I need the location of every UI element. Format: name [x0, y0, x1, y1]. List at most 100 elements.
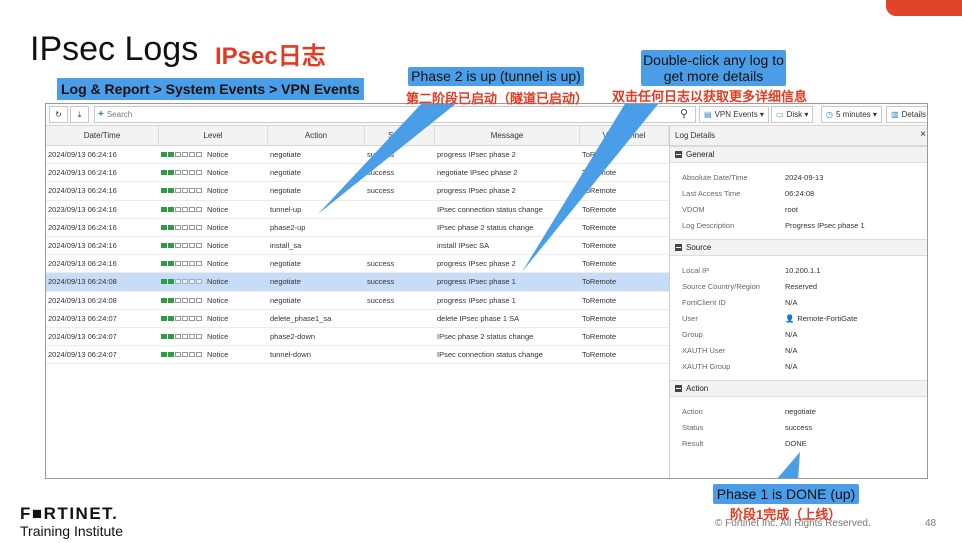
date-cell: 2024/09/13 06:24:16: [48, 259, 117, 269]
action-cell: install_sa: [270, 241, 302, 251]
table-row[interactable]: 2024/09/13 06:24:07 Notice tunnel-down IPse…: [46, 346, 669, 365]
level-bars-icon: [161, 224, 203, 230]
details-button[interactable]: ▥ Details: [886, 106, 927, 123]
table-row[interactable]: 2024/09/13 06:24:08 Notice negotiate succes…: [46, 273, 669, 292]
date-cell: 2024/09/13 06:24:16: [48, 186, 117, 196]
status-cell: success: [367, 168, 395, 178]
level-cell: Notice: [159, 292, 268, 309]
level-cell: Notice: [159, 346, 268, 363]
message-cell: progress IPsec phase 2: [437, 150, 516, 160]
dblclick-callout-cn: 双击任何日志以获取更多详细信息: [612, 89, 808, 104]
table-row[interactable]: 2024/09/13 06:24:16 Notice negotiate succes…: [46, 146, 669, 165]
section-action[interactable]: Action: [670, 380, 927, 397]
detail-key: Log Description: [682, 220, 735, 230]
message-cell: IPsec connection status change: [437, 350, 543, 360]
detail-value: N/A: [785, 361, 798, 371]
detail-value: negotiate: [785, 406, 816, 416]
status-cell: success: [367, 295, 395, 305]
date-cell: 2024/09/13 06:24:08: [48, 295, 117, 305]
detail-value: N/A: [785, 345, 798, 355]
level-label: Notice: [207, 186, 229, 196]
status-cell: [365, 310, 435, 327]
vpn-cell: ToRemote: [582, 241, 617, 251]
level-cell: Notice: [159, 164, 268, 181]
column-header[interactable]: Status: [365, 126, 435, 145]
level-bars-icon: [161, 333, 203, 339]
status-cell: [365, 328, 435, 345]
time-range-dropdown[interactable]: ◷ 5 minutes ▾: [821, 106, 882, 123]
table-header: Date/Time Level Action Status Message VP…: [46, 126, 669, 146]
level-bars-icon: [161, 279, 203, 285]
refresh-icon[interactable]: ↻: [49, 106, 68, 123]
section-label: Action: [686, 384, 709, 393]
date-cell: 2024/09/13 06:24:07: [48, 313, 117, 323]
date-cell: 2024/09/13 06:24:07: [48, 350, 117, 360]
vpn-cell: ToRemote: [582, 331, 617, 341]
date-cell: 2023/09/13 06:24:16: [48, 204, 117, 214]
phase2-callout-cn: 第二阶段已启动（隧道已启动）: [406, 91, 589, 106]
search-icon[interactable]: ⚲: [680, 107, 688, 120]
add-filter-icon[interactable]: +: [98, 109, 104, 120]
detail-field: Result DONE: [670, 435, 927, 451]
detail-key: Status: [682, 422, 704, 432]
message-cell: install IPsec SA: [437, 241, 490, 251]
close-icon[interactable]: ×: [920, 129, 926, 140]
message-cell: progress IPsec phase 1: [437, 295, 516, 305]
toolbar: ↻ ⤓ + Search ⚲ ▤ VPN Events ▾ ▭ Disk ▾ ◷ 5 …: [46, 104, 927, 126]
download-icon[interactable]: ⤓: [70, 106, 89, 123]
vpn-events-dropdown[interactable]: ▤ VPN Events ▾: [699, 106, 769, 123]
phase1-callout: Phase 1 is DONE (up): [713, 484, 859, 504]
status-cell: success: [367, 186, 395, 196]
column-header[interactable]: Message: [435, 126, 580, 145]
detail-value: 2024-09-13: [785, 172, 824, 182]
table-row[interactable]: 2024/09/13 06:24:16 Notice negotiate succes…: [46, 255, 669, 274]
column-header[interactable]: Date/Time: [46, 126, 159, 145]
level-label: Notice: [207, 204, 229, 214]
level-bars-icon: [161, 315, 203, 321]
collapse-icon[interactable]: [675, 244, 682, 251]
level-bars-icon: [161, 352, 203, 358]
search-input[interactable]: + Search: [94, 106, 696, 123]
details-label: Details: [901, 110, 927, 119]
section-general[interactable]: General: [670, 146, 927, 163]
table-row[interactable]: 2024/09/13 06:24:07 Notice phase2-down IPse…: [46, 328, 669, 347]
column-header[interactable]: Action: [268, 126, 365, 145]
vpn-cell: ToRemote: [582, 277, 617, 287]
message-cell: delete IPsec phase 1 SA: [437, 313, 520, 323]
detail-key: Source Country/Region: [682, 281, 760, 291]
page-number: 48: [925, 518, 937, 529]
table-row[interactable]: 2024/09/13 06:24:16 Notice phase2-up IPsec …: [46, 219, 669, 237]
date-cell: 2024/09/13 06:24:08: [48, 277, 117, 287]
section-source[interactable]: Source: [670, 239, 927, 256]
table-row[interactable]: 2024/09/13 06:24:16 Notice install_sa insta…: [46, 237, 669, 256]
collapse-icon[interactable]: [675, 151, 682, 158]
slide-title-cn: IPsec日志: [215, 43, 326, 70]
table-row[interactable]: 2024/09/13 06:24:07 Notice delete_phase1_s…: [46, 310, 669, 328]
message-cell: negotiate IPsec phase 2: [437, 168, 518, 178]
table-row[interactable]: 2023/09/13 06:24:16 Notice tunnel-up IPsec …: [46, 201, 669, 219]
level-bars-icon: [161, 261, 203, 267]
status-cell: success: [367, 259, 395, 269]
table-row[interactable]: 2024/09/13 06:24:16 Notice negotiate succes…: [46, 164, 669, 183]
action-cell: negotiate: [270, 277, 301, 287]
disk-icon: ▭: [776, 110, 784, 119]
detail-field: User 👤 Remote-FortiGate: [670, 310, 927, 326]
action-cell: tunnel-down: [270, 350, 311, 360]
user-icon: 👤: [785, 313, 795, 323]
vpn-cell: ToRemote: [582, 186, 617, 196]
table-row[interactable]: 2024/09/13 06:24:08 Notice negotiate succes…: [46, 292, 669, 310]
log-table: Date/Time Level Action Status Message VP…: [46, 126, 669, 365]
disk-dropdown[interactable]: ▭ Disk ▾: [771, 106, 814, 123]
level-label: Notice: [207, 241, 229, 251]
section-label: General: [686, 150, 715, 159]
collapse-icon[interactable]: [675, 385, 682, 392]
general-fields: Absolute Date/Time 2024-09-13 Last Access …: [670, 163, 927, 239]
detail-key: Last Access Time: [682, 188, 741, 198]
table-body: 2024/09/13 06:24:16 Notice negotiate succes…: [46, 146, 669, 365]
column-header[interactable]: VPN Tunnel: [580, 126, 669, 145]
vpn-cell: ToRemote: [582, 295, 617, 305]
column-header[interactable]: Level: [159, 126, 268, 145]
breadcrumb: Log & Report > System Events > VPN Event…: [57, 78, 364, 100]
table-row[interactable]: 2024/09/13 06:24:16 Notice negotiate succes…: [46, 182, 669, 201]
fortinet-logo: F■RTINET.: [20, 504, 119, 523]
